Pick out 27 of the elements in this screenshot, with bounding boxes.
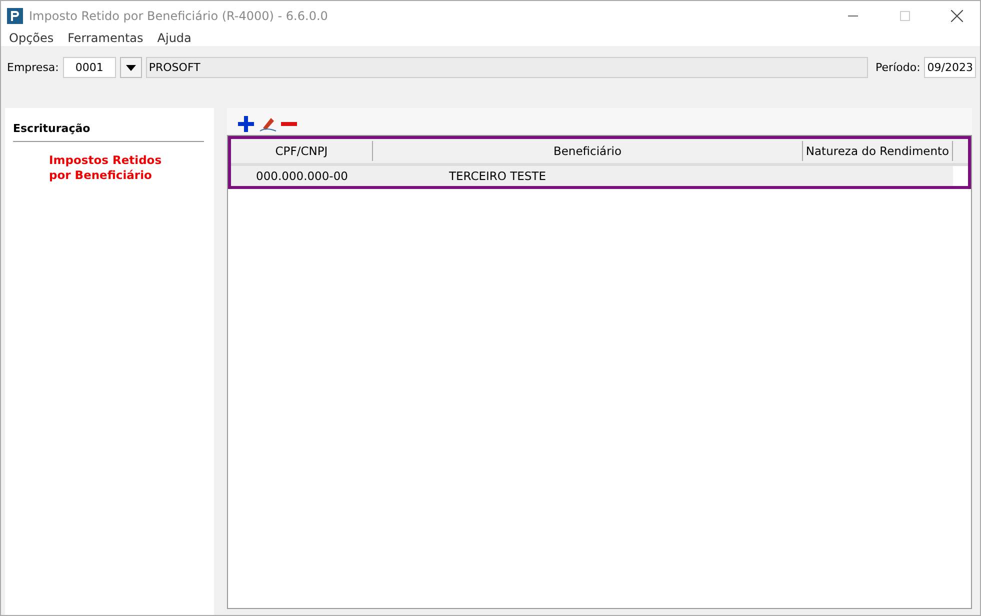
table-cell-text: 000.000.000-00 xyxy=(255,168,349,185)
add-button[interactable] xyxy=(237,115,255,133)
edit-button[interactable] xyxy=(259,115,277,133)
company-name-field: PROSOFT xyxy=(146,57,868,78)
sidebar-title: Escrituração xyxy=(13,122,204,142)
column-header[interactable]: CPF/CNPJ xyxy=(231,141,373,161)
plus-icon xyxy=(237,115,255,133)
company-code-field[interactable]: 0001 xyxy=(62,57,116,78)
column-header[interactable]: Natureza do Rendimento xyxy=(803,141,953,161)
period-label: Período: xyxy=(876,61,920,74)
caret-icon xyxy=(126,64,136,70)
sidebar-item[interactable]: Impostos Retidos por Beneficiário xyxy=(13,142,214,183)
close-icon xyxy=(951,10,963,22)
maximize-icon xyxy=(900,11,910,21)
minus-icon xyxy=(281,122,297,126)
app-logo-icon xyxy=(7,8,23,24)
menu-item[interactable]: Ferramentas xyxy=(68,31,144,45)
table-row[interactable]: 000.000.000-00 TERCEIRO TESTE xyxy=(231,166,968,186)
pencil-icon xyxy=(259,115,277,133)
menu-item[interactable]: Opções xyxy=(9,31,54,45)
table-cell-text: TERCEIRO TESTE xyxy=(448,168,547,185)
dropdown-button[interactable] xyxy=(120,57,142,78)
column-header[interactable]: Beneficiário xyxy=(373,141,803,161)
company-label: Empresa: xyxy=(7,61,59,74)
window-title: Imposto Retido por Beneficiário (R-4000) - 6.6.0.0 xyxy=(29,9,329,23)
menu-item[interactable]: Ajuda xyxy=(157,31,192,45)
period-field[interactable]: 09/2023 xyxy=(924,57,976,78)
